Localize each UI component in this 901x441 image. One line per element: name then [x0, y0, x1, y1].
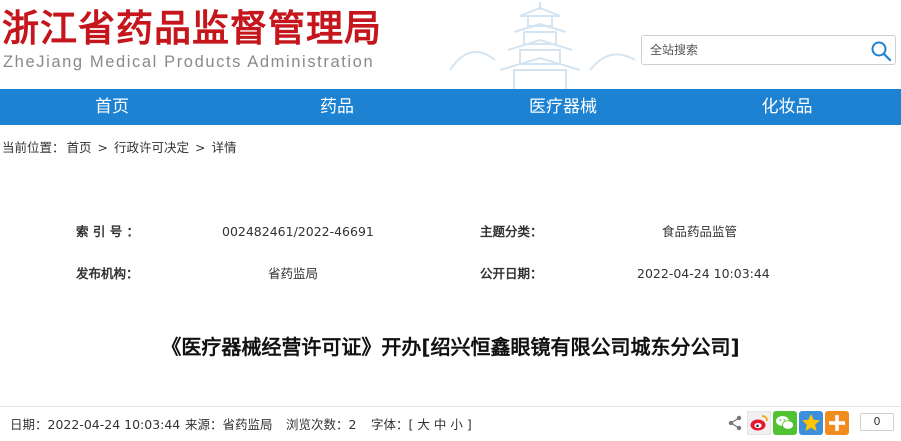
nav-item-cosmetics[interactable]: 化妆品	[727, 89, 847, 125]
qzone-icon[interactable]	[799, 411, 823, 435]
topic-category-value: 食品药品监管	[662, 224, 738, 239]
share-count: 0	[860, 413, 894, 431]
issuer-label: 发布机构：	[76, 266, 139, 281]
article-source: 来源：省药监局	[185, 417, 273, 432]
issuer-value: 省药监局	[268, 266, 319, 281]
publish-date-label: 公开日期：	[480, 266, 543, 281]
wechat-icon[interactable]	[773, 411, 797, 435]
topic-category-label: 主题分类：	[480, 224, 543, 239]
site-title: 浙江省药品监督管理局	[2, 6, 382, 50]
font-medium-link[interactable]: 中	[434, 417, 447, 432]
breadcrumb-prefix: 当前位置：	[2, 140, 65, 155]
nav-item-home[interactable]: 首页	[52, 89, 172, 125]
publish-date-value: 2022-04-24 10:03:44	[637, 266, 770, 281]
pagoda-watermark-icon	[449, 2, 636, 90]
breadcrumb-home-link[interactable]: 首页	[67, 140, 92, 155]
search-input[interactable]	[650, 41, 860, 59]
font-small-link[interactable]: 小	[450, 417, 463, 432]
index-number-value: 002482461/2022-46691	[222, 224, 374, 239]
article-date: 日期：2022-04-24 10:03:44	[10, 417, 181, 432]
search-icon[interactable]	[870, 40, 892, 62]
breadcrumb-separator: >	[97, 140, 108, 155]
breadcrumb-permit-link[interactable]: 行政许可决定	[114, 140, 189, 155]
site-header: 浙江省药品监督管理局 ZheJiang Medical Products Adm…	[0, 0, 901, 90]
font-large-link[interactable]: 大	[417, 417, 430, 432]
main-nav: 首页 药品 医疗器械 化妆品	[0, 89, 901, 125]
site-subtitle: ZheJiang Medical Products Administration	[3, 53, 375, 71]
font-size-prefix: 字体：[	[371, 417, 414, 432]
article-title: 《医疗器械经营许可证》开办[绍兴恒鑫眼镜有限公司城东分公司]	[161, 335, 740, 359]
nav-item-medical-devices[interactable]: 医疗器械	[503, 89, 623, 125]
more-icon[interactable]	[825, 411, 849, 435]
weibo-icon[interactable]	[747, 411, 771, 435]
search-box	[641, 35, 896, 65]
breadcrumb-current: 详情	[211, 140, 237, 155]
nav-item-drugs[interactable]: 药品	[277, 89, 397, 125]
share-icon[interactable]	[728, 415, 742, 431]
font-size-suffix: ]	[466, 417, 472, 432]
article-views: 浏览次数：2	[286, 417, 357, 432]
breadcrumb: 当前位置： 首页 > 行政许可决定 > 详情	[2, 139, 238, 157]
breadcrumb-separator: >	[194, 140, 206, 155]
index-number-label: 索 引 号 ：	[76, 224, 140, 239]
font-size-selector: 字体：[ 大 中 小 ]	[371, 417, 472, 433]
